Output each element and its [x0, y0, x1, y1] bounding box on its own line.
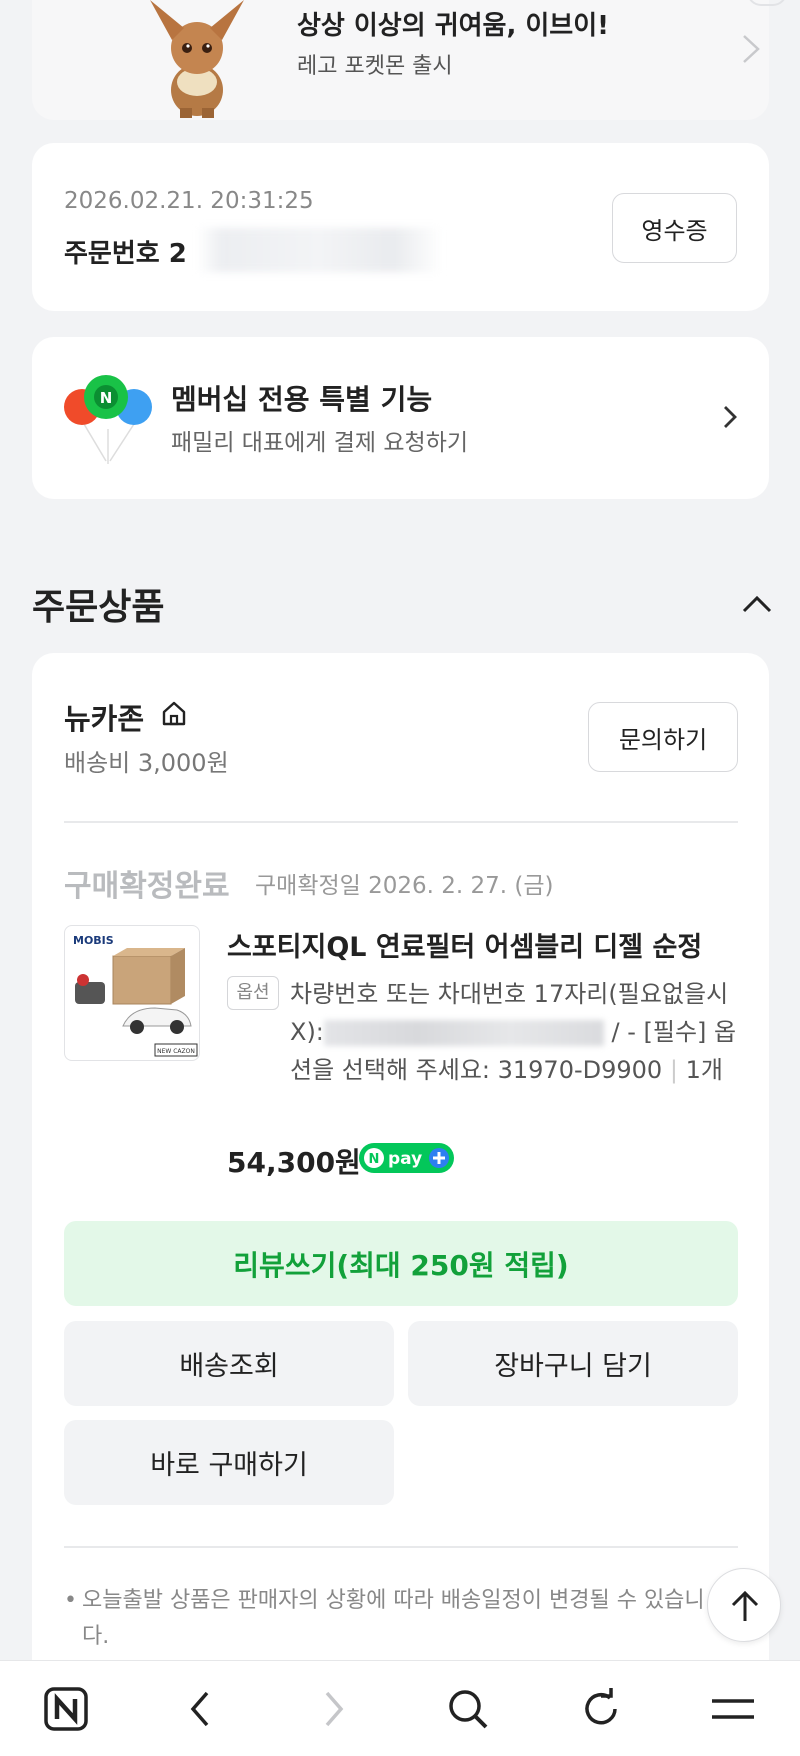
- write-review-button[interactable]: 리뷰쓰기(최대 250원 적립): [64, 1221, 738, 1306]
- membership-feature-card[interactable]: N 멤버십 전용 특별 기능 패밀리 대표에게 결제 요청하기: [32, 337, 769, 499]
- option-value-redacted: [323, 1020, 604, 1046]
- option-text: 차량번호 또는 차대번호 17자리(필요없을시X): / - [필수] 옵션을 …: [290, 975, 745, 1089]
- chevron-up-icon[interactable]: [740, 592, 774, 616]
- track-delivery-button[interactable]: 배송조회: [64, 1321, 394, 1406]
- bottom-navigation-bar: [0, 1660, 800, 1756]
- notice-text: 오늘출발 상품은 판매자의 상황에 따라 배송일정이 변경될 수 있습니다.: [82, 1588, 705, 1649]
- product-thumbnail[interactable]: MOBIS NEW CAZON: [64, 925, 200, 1061]
- quantity: 1개: [685, 1056, 723, 1084]
- receipt-button[interactable]: 영수증: [612, 193, 737, 263]
- divider: [64, 1546, 738, 1548]
- banner-close-button[interactable]: [747, 0, 787, 6]
- order-status: 구매확정완료: [64, 869, 230, 904]
- order-number: 주문번호 2: [64, 239, 187, 269]
- order-product-card: 뉴카존 배송비 3,000원 문의하기 구매확정완료 구매확정일 2026. 2…: [32, 653, 769, 1713]
- back-icon[interactable]: [172, 1681, 228, 1737]
- seller-name[interactable]: 뉴카존: [64, 696, 144, 738]
- chevron-right-icon: [724, 406, 737, 428]
- add-to-cart-button[interactable]: 장바구니 담기: [408, 1321, 738, 1406]
- order-date: 2026.02.21. 20:31:25: [64, 188, 314, 214]
- svg-text:pay: pay: [388, 1149, 422, 1169]
- product-name[interactable]: 스포티지QL 연료필터 어셈블리 디젤 순정: [227, 925, 742, 964]
- banner-subtitle: 레고 포켓몬 출시: [297, 54, 453, 79]
- npay-plus-badge: N pay: [359, 1143, 454, 1173]
- section-title: 주문상품: [32, 587, 165, 628]
- forward-icon[interactable]: [306, 1681, 362, 1737]
- svg-text:N: N: [369, 1152, 380, 1167]
- menu-icon[interactable]: [705, 1681, 761, 1737]
- product-image: MOBIS NEW CAZON: [73, 934, 198, 1057]
- search-icon[interactable]: [440, 1681, 496, 1737]
- svg-text:N: N: [100, 389, 113, 407]
- promo-banner[interactable]: 상상 이상의 귀여움, 이브이! 레고 포켓몬 출시: [32, 0, 787, 120]
- confirm-date: 구매확정일 2026. 2. 27. (금): [255, 873, 554, 899]
- order-info-card: 2026.02.21. 20:31:25 주문번호 2 영수증: [32, 143, 769, 311]
- banner-title: 상상 이상의 귀여움, 이브이!: [297, 11, 610, 41]
- product-price: 54,300원: [227, 1146, 361, 1179]
- store-home-icon[interactable]: [160, 699, 188, 727]
- bullet: •: [64, 1588, 77, 1613]
- membership-subtitle: 패밀리 대표에게 결제 요청하기: [171, 430, 469, 456]
- inquiry-button[interactable]: 문의하기: [588, 702, 738, 772]
- order-number-redacted: [197, 228, 442, 272]
- balloons-icon: N: [64, 375, 152, 464]
- shipping-fee: 배송비 3,000원: [64, 749, 229, 777]
- svg-text:NEW CAZON: NEW CAZON: [157, 1048, 195, 1055]
- refresh-icon[interactable]: [573, 1681, 629, 1737]
- eevee-lego-image: [150, 0, 244, 118]
- option-badge: 옵션: [227, 976, 279, 1010]
- arrow-up-icon: [731, 1590, 759, 1621]
- delivery-notice: • 오늘출발 상품은 판매자의 상황에 따라 배송일정이 변경될 수 있습니다.: [64, 1583, 724, 1655]
- naver-home-icon[interactable]: [38, 1681, 94, 1737]
- svg-text:MOBIS: MOBIS: [73, 934, 114, 947]
- chevron-right-icon: [743, 35, 760, 63]
- scroll-to-top-button[interactable]: [707, 1568, 781, 1642]
- buy-now-button[interactable]: 바로 구매하기: [64, 1420, 394, 1505]
- membership-title: 멤버십 전용 특별 기능: [171, 383, 433, 416]
- divider: [64, 821, 738, 823]
- option-separator: |: [669, 1056, 678, 1084]
